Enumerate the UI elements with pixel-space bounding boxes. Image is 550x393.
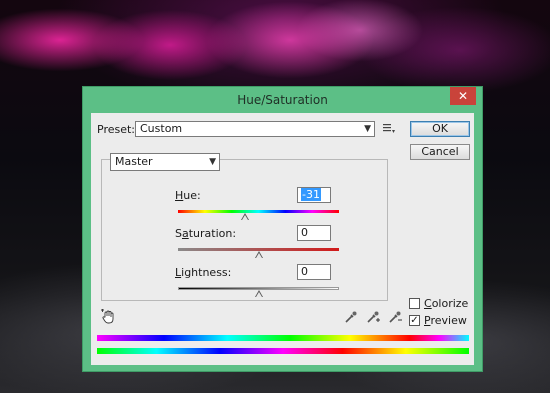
eyedropper-subtract-icon[interactable] (388, 310, 404, 327)
lightness-slider-thumb[interactable] (254, 290, 263, 297)
dialog-title: Hue/Saturation (237, 93, 328, 107)
lightness-label: Lightness: (175, 266, 232, 279)
hue-slider-track[interactable] (178, 210, 339, 213)
lightness-value: 0 (301, 265, 308, 278)
lightness-input[interactable]: 0 (297, 264, 331, 280)
hue-saturation-dialog: Hue/Saturation ✕ Preset: Custom ▼ OK Can… (82, 86, 483, 372)
input-spectrum-bar (97, 335, 469, 341)
ok-button[interactable]: OK (410, 121, 470, 137)
hue-value: -31 (301, 188, 321, 201)
channel-value: Master (115, 155, 153, 168)
channel-dropdown[interactable]: Master ▼ (110, 153, 220, 171)
chevron-down-icon: ▼ (209, 157, 216, 167)
colorize-label: Colorize (424, 297, 469, 310)
colorize-checkbox[interactable] (409, 298, 420, 309)
cancel-button[interactable]: Cancel (410, 144, 470, 160)
eyedropper-icon[interactable] (344, 310, 358, 327)
preview-label: Preview (424, 314, 467, 327)
saturation-input[interactable]: 0 (297, 225, 331, 241)
dialog-body: Preset: Custom ▼ OK Cancel Master ▼ Hue: (91, 113, 474, 365)
preset-dropdown[interactable]: Custom ▼ (135, 121, 375, 137)
saturation-label: Saturation: (175, 227, 237, 240)
output-spectrum-bar (97, 348, 469, 354)
preset-label: Preset: (97, 123, 136, 136)
preset-value: Custom (140, 122, 183, 135)
close-button[interactable]: ✕ (450, 87, 476, 105)
hue-slider-thumb[interactable] (240, 213, 249, 220)
hue-input[interactable]: -31 (297, 187, 331, 203)
hand-adjust-icon[interactable] (101, 309, 117, 328)
adjustment-group: Master ▼ Hue: -31 Saturation: 0 Lightnes… (101, 153, 388, 301)
saturation-slider-thumb[interactable] (254, 251, 263, 258)
eyedropper-add-icon[interactable] (366, 310, 382, 327)
hue-label: Hue: (175, 189, 201, 202)
title-bar[interactable]: Hue/Saturation ✕ (83, 87, 482, 113)
preset-options-icon[interactable] (383, 123, 395, 137)
chevron-down-icon: ▼ (364, 124, 371, 134)
saturation-value: 0 (301, 226, 308, 239)
preview-checkbox[interactable]: ✓ (409, 315, 420, 326)
